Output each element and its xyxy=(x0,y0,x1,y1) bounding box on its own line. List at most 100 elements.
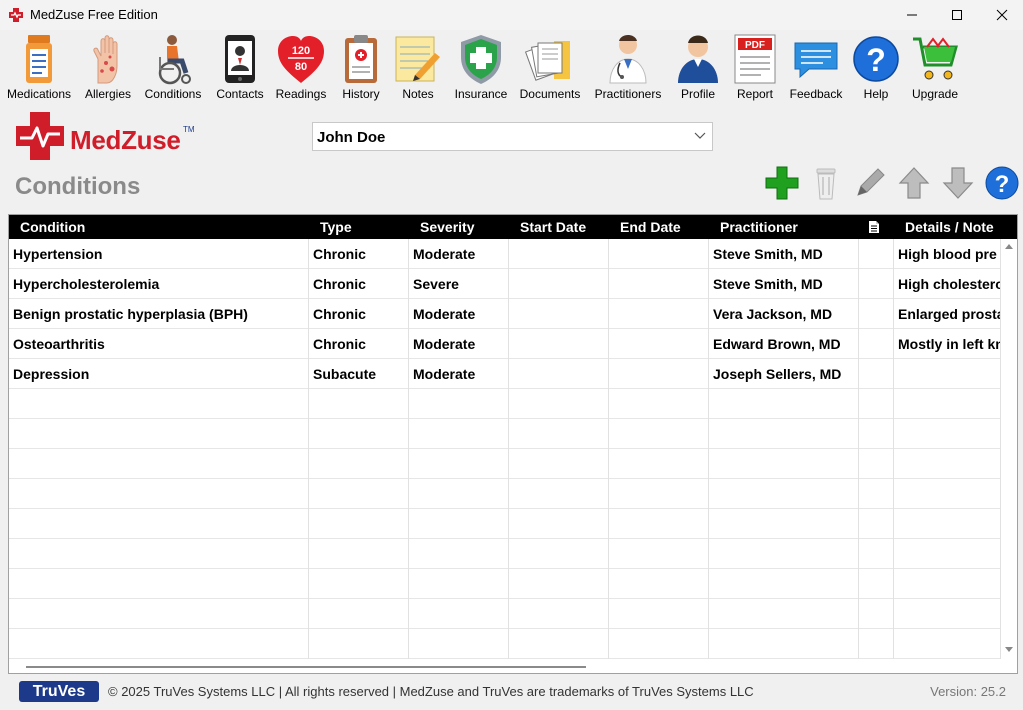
toolbar-medications-label: Medications xyxy=(6,87,72,101)
header-type[interactable]: Type xyxy=(320,219,352,235)
patient-select[interactable]: John Doe xyxy=(312,122,713,151)
toolbar-report-button[interactable]: PDF Report xyxy=(730,33,780,103)
horizontal-scrollbar[interactable] xyxy=(9,659,1001,673)
feedback-icon xyxy=(794,42,838,79)
header-severity[interactable]: Severity xyxy=(420,219,474,235)
maximize-button[interactable] xyxy=(934,0,980,30)
cell-practitioner xyxy=(709,509,859,539)
conditions-help-button[interactable]: ? xyxy=(984,165,1020,201)
cell-severity xyxy=(409,509,509,539)
toolbar-practitioners-button[interactable]: Practitioners xyxy=(592,33,664,103)
vertical-scrollbar[interactable] xyxy=(1001,239,1017,659)
move-up-button[interactable] xyxy=(896,165,932,201)
cell-type xyxy=(309,569,409,599)
pencil-icon xyxy=(857,168,885,196)
toolbar-profile-button[interactable]: Profile xyxy=(672,33,724,103)
cell-details xyxy=(894,389,1001,419)
delete-condition-button[interactable] xyxy=(808,165,844,201)
horizontal-scroll-thumb[interactable] xyxy=(26,666,586,668)
cell-doc xyxy=(859,629,894,659)
cell-end-date xyxy=(609,239,709,269)
table-row[interactable]: Osteoarthritis Chronic Moderate Edward Brow… xyxy=(9,329,1001,359)
toolbar-readings-button[interactable]: 120 80 Readings xyxy=(272,33,330,103)
toolbar-history-button[interactable]: History xyxy=(334,33,388,103)
insurance-icon xyxy=(461,35,501,84)
cell-doc xyxy=(859,269,894,299)
header-details[interactable]: Details / Note xyxy=(905,219,994,235)
scroll-down-icon[interactable] xyxy=(1005,647,1013,653)
empty-table-row[interactable] xyxy=(9,509,1001,539)
empty-table-row[interactable] xyxy=(9,449,1001,479)
toolbar-readings-label: Readings xyxy=(275,87,327,101)
cell-start-date xyxy=(509,359,609,389)
empty-table-row[interactable] xyxy=(9,539,1001,569)
toolbar-feedback-button[interactable]: Feedback xyxy=(788,33,844,103)
cell-condition xyxy=(9,449,309,479)
toolbar-history-label: History xyxy=(342,87,380,101)
cell-doc xyxy=(859,239,894,269)
edit-condition-button[interactable] xyxy=(852,165,888,201)
help-icon: ? xyxy=(853,36,899,82)
cell-condition: Depression xyxy=(9,359,309,389)
toolbar-notes-button[interactable]: Notes xyxy=(392,33,444,103)
toolbar-conditions-button[interactable]: Conditions xyxy=(140,33,206,103)
table-row[interactable]: Hypercholesterolemia Chronic Severe Steve S… xyxy=(9,269,1001,299)
cell-details xyxy=(894,479,1001,509)
cell-practitioner xyxy=(709,599,859,629)
close-icon xyxy=(996,9,1008,21)
cell-condition xyxy=(9,569,309,599)
scroll-up-icon[interactable] xyxy=(1005,243,1013,249)
toolbar-contacts-button[interactable]: Contacts xyxy=(212,33,268,103)
header-condition[interactable]: Condition xyxy=(20,219,85,235)
header-end-date[interactable]: End Date xyxy=(620,219,681,235)
window-title: MedZuse Free Edition xyxy=(30,7,158,22)
table-row[interactable]: Benign prostatic hyperplasia (BPH) Chroni… xyxy=(9,299,1001,329)
empty-table-row[interactable] xyxy=(9,629,1001,659)
cell-start-date xyxy=(509,509,609,539)
shopping-cart-icon xyxy=(913,37,958,80)
svg-text:?: ? xyxy=(866,42,886,78)
cell-doc xyxy=(859,419,894,449)
toolbar-contacts-label: Contacts xyxy=(216,87,264,101)
documents-icon xyxy=(524,41,570,81)
cell-severity xyxy=(409,599,509,629)
cell-practitioner: Steve Smith, MD xyxy=(709,269,859,299)
brand-name: MedZuse xyxy=(70,125,181,155)
empty-table-row[interactable] xyxy=(9,599,1001,629)
toolbar-allergies-button[interactable]: Allergies xyxy=(82,33,134,103)
header-practitioner[interactable]: Practitioner xyxy=(720,219,798,235)
toolbar-upgrade-button[interactable]: Upgrade xyxy=(906,33,964,103)
toolbar-documents-button[interactable]: Documents xyxy=(516,33,584,103)
toolbar-documents-label: Documents xyxy=(519,87,581,101)
table-row[interactable]: Hypertension Chronic Moderate Steve Smith, … xyxy=(9,239,1001,269)
svg-text:?: ? xyxy=(995,171,1010,198)
header-start-date[interactable]: Start Date xyxy=(520,219,586,235)
cell-condition: Benign prostatic hyperplasia (BPH) xyxy=(9,299,309,329)
toolbar-practitioners-label: Practitioners xyxy=(594,87,662,101)
cell-doc xyxy=(859,389,894,419)
cell-practitioner xyxy=(709,479,859,509)
empty-table-row[interactable] xyxy=(9,389,1001,419)
history-icon xyxy=(345,35,377,83)
move-down-button[interactable] xyxy=(940,165,976,201)
cell-condition: Hypertension xyxy=(9,239,309,269)
cell-type xyxy=(309,599,409,629)
cell-type: Chronic xyxy=(309,299,409,329)
cell-details xyxy=(894,359,1001,389)
toolbar-medications-button[interactable]: Medications xyxy=(4,33,74,103)
help-icon: ? xyxy=(985,166,1019,200)
close-button[interactable] xyxy=(979,0,1023,30)
add-condition-button[interactable] xyxy=(764,165,800,201)
table-row[interactable]: Depression Subacute Moderate Joseph Sellers… xyxy=(9,359,1001,389)
toolbar-help-button[interactable]: ? Help xyxy=(852,33,900,103)
empty-table-row[interactable] xyxy=(9,479,1001,509)
empty-table-row[interactable] xyxy=(9,569,1001,599)
cell-end-date xyxy=(609,389,709,419)
contacts-icon xyxy=(225,35,255,83)
cell-doc xyxy=(859,509,894,539)
empty-table-row[interactable] xyxy=(9,419,1001,449)
cell-type xyxy=(309,419,409,449)
minimize-button[interactable] xyxy=(889,0,935,30)
toolbar-insurance-button[interactable]: Insurance xyxy=(450,33,512,103)
cell-end-date xyxy=(609,419,709,449)
